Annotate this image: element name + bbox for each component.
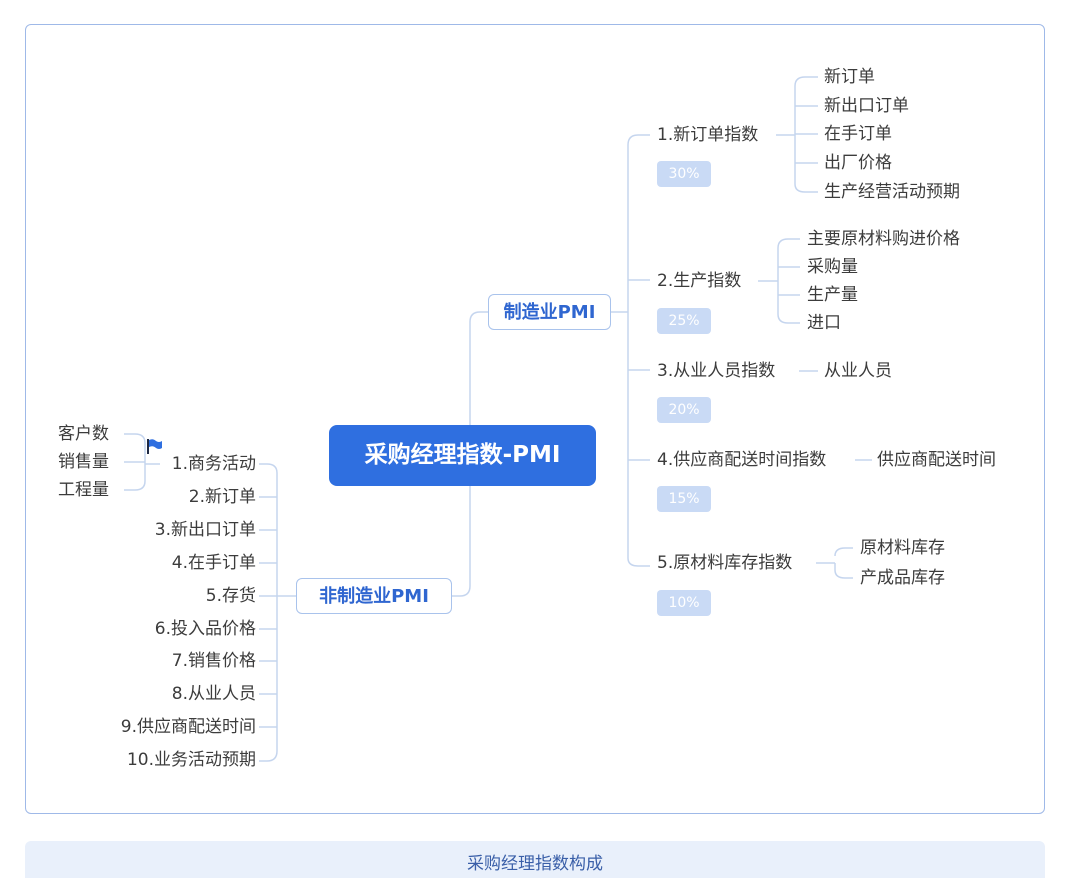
branch-non-manufacturing[interactable]: 非制造业PMI [296,578,452,614]
non-mfg-item[interactable]: 9.供应商配送时间 [121,717,256,737]
root-node[interactable]: 采购经理指数-PMI [329,425,596,486]
leaf-item[interactable]: 生产量 [807,285,858,305]
sub-item[interactable]: 销售量 [58,452,109,472]
leaf-item[interactable]: 原材料库存 [860,538,945,558]
non-mfg-item[interactable]: 5.存货 [206,586,256,606]
branch-manufacturing[interactable]: 制造业PMI [488,294,611,330]
sub-item[interactable]: 工程量 [58,480,109,500]
leaf-item[interactable]: 采购量 [807,257,858,277]
non-mfg-item[interactable]: 4.在手订单 [172,553,256,573]
non-mfg-item[interactable]: 6.投入品价格 [155,619,256,639]
index-new-orders[interactable]: 1.新订单指数 [657,125,758,145]
leaf-item[interactable]: 新订单 [824,67,875,87]
leaf-item[interactable]: 在手订单 [824,124,892,144]
leaf-item[interactable]: 供应商配送时间 [877,450,996,470]
non-mfg-item[interactable]: 1.商务活动 [172,454,256,474]
leaf-item[interactable]: 主要原材料购进价格 [807,229,960,249]
weight-badge: 15% [657,486,711,512]
weight-badge: 20% [657,397,711,423]
leaf-item[interactable]: 产成品库存 [860,568,945,588]
leaf-item[interactable]: 出厂价格 [824,153,892,173]
non-mfg-item[interactable]: 3.新出口订单 [155,520,256,540]
non-mfg-item[interactable]: 7.销售价格 [172,651,256,671]
non-mfg-item[interactable]: 10.业务活动预期 [127,750,256,770]
weight-badge: 30% [657,161,711,187]
index-raw-material-inventory[interactable]: 5.原材料库存指数 [657,553,792,573]
leaf-item[interactable]: 从业人员 [824,361,892,381]
flag-icon [147,439,162,454]
non-mfg-item[interactable]: 8.从业人员 [172,684,256,704]
index-production[interactable]: 2.生产指数 [657,271,741,291]
index-supplier-delivery[interactable]: 4.供应商配送时间指数 [657,450,826,470]
weight-badge: 25% [657,308,711,334]
non-mfg-item[interactable]: 2.新订单 [189,487,256,507]
leaf-item[interactable]: 生产经营活动预期 [824,182,960,202]
leaf-item[interactable]: 新出口订单 [824,96,909,116]
index-employment[interactable]: 3.从业人员指数 [657,361,775,381]
weight-badge: 10% [657,590,711,616]
leaf-item[interactable]: 进口 [807,313,841,333]
sub-item[interactable]: 客户数 [58,424,109,444]
figure-caption: 采购经理指数构成 [25,841,1045,878]
